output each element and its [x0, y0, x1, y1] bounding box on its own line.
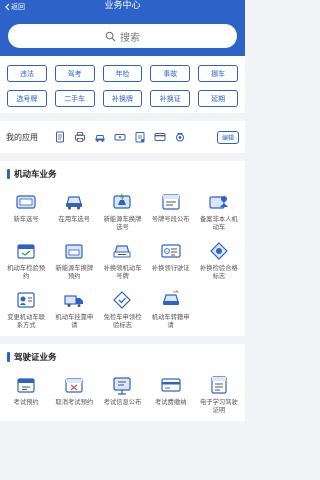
- driver-grid: 考试预约 取消考试预约 考试信息公布 考试费缴纳 电子学习驾驶证明: [0, 370, 245, 421]
- service-inspection-appointment[interactable]: 机动车检验预约: [2, 240, 50, 281]
- tag-violation[interactable]: 违法: [7, 65, 47, 82]
- driver-section-title: 驾驶证业务: [14, 353, 57, 363]
- search-input[interactable]: 搜索: [8, 24, 237, 48]
- tag-extension[interactable]: 延期: [198, 90, 238, 107]
- inspect-calendar-icon: [14, 240, 38, 262]
- service-exempt-badge[interactable]: 免检车申领检验标志: [98, 289, 146, 330]
- service-ev-appointment[interactable]: 新能源车换牌预约: [50, 240, 98, 281]
- vehicle-section: 机动车业务 新车选号 在用车选号 新能源车换牌选号 号牌号段公布 备案非本人机动…: [0, 161, 245, 336]
- camera-icon[interactable]: [174, 131, 186, 143]
- cancel-calendar-icon: [62, 374, 86, 396]
- tag-annual-inspection[interactable]: 年检: [102, 65, 143, 82]
- vehicle-section-header: 机动车业务: [0, 161, 245, 187]
- payment-card-icon: [159, 374, 183, 396]
- service-e-learning-license[interactable]: 电子学习驾驶证明: [195, 374, 243, 415]
- car-icon[interactable]: [94, 131, 106, 143]
- my-apps-icons: [54, 131, 211, 143]
- car-plate-icon[interactable]: [114, 131, 126, 143]
- quick-tags: 违法 驾考 年检 事故 挪车 选号牌 二手车 补换牌 补换证 延期: [0, 56, 245, 113]
- service-replace-license[interactable]: 补换领行驶证: [147, 240, 195, 281]
- license-card-icon: [159, 240, 183, 262]
- plate-renew-icon: [110, 240, 134, 262]
- service-transfer[interactable]: 机动车转籍申请: [147, 289, 195, 330]
- badge-icon: [207, 240, 231, 262]
- service-plate-range[interactable]: 号牌号段公布: [147, 191, 195, 232]
- contact-edit-icon: [14, 289, 38, 311]
- ev-car-icon: [110, 191, 134, 213]
- tag-select-plate[interactable]: 选号牌: [7, 90, 47, 107]
- tag-move-car[interactable]: 挪车: [198, 65, 238, 82]
- driver-section: 驾驶证业务 考试预约 取消考试预约 考试信息公布 考试费缴纳 电子学习驾驶证明: [0, 344, 245, 421]
- car-plate-icon: [14, 191, 38, 213]
- service-replace-inspection-badge[interactable]: 补换检验合格标志: [195, 240, 243, 281]
- info-board-icon: [110, 374, 134, 396]
- tag-accident[interactable]: 事故: [150, 65, 191, 82]
- service-change-contact[interactable]: 变更机动车联系方式: [2, 289, 50, 330]
- e-document-icon: [207, 374, 231, 396]
- tag-driving-test[interactable]: 驾考: [54, 65, 95, 82]
- page-title: 业务中心: [104, 1, 141, 11]
- vehicle-grid: 新车选号 在用车选号 新能源车换牌选号 号牌号段公布 备案非本人机动车 机动车检…: [0, 187, 245, 336]
- my-apps-bar: 我的应用 编辑: [0, 121, 245, 153]
- nav-bar: 返回 业务中心: [0, 0, 245, 14]
- my-apps-label: 我的应用: [6, 132, 38, 142]
- service-affiliation[interactable]: 机动车挂靠申请: [50, 289, 98, 330]
- exempt-badge-icon: [110, 289, 134, 311]
- service-exam-appointment[interactable]: 考试预约: [2, 374, 50, 415]
- service-used-car-plate[interactable]: 在用车选号: [50, 191, 98, 232]
- ev-calendar-icon: [62, 240, 86, 262]
- driver-section-header: 驾驶证业务: [0, 344, 245, 370]
- edit-button[interactable]: 编辑: [216, 130, 239, 144]
- document-icon[interactable]: [54, 131, 66, 143]
- service-new-car-plate[interactable]: 新车选号: [2, 191, 50, 232]
- tag-replace-plate[interactable]: 补换牌: [102, 90, 143, 107]
- section-accent-bar: [7, 169, 10, 179]
- service-replace-plate[interactable]: 补换领机动车号牌: [98, 240, 146, 281]
- printer-icon[interactable]: [74, 131, 86, 143]
- transfer-icon: [159, 289, 183, 311]
- car-front-icon: [62, 191, 86, 213]
- tag-used-car[interactable]: 二手车: [54, 90, 95, 107]
- person-car-icon: [207, 191, 231, 213]
- search-area: 搜索: [0, 14, 245, 56]
- truck-icon: [62, 289, 86, 311]
- service-cancel-exam[interactable]: 取消考试预约: [50, 374, 98, 415]
- search-icon: [105, 31, 116, 42]
- plate-list-icon: [159, 191, 183, 213]
- service-exam-info[interactable]: 考试信息公布: [98, 374, 146, 415]
- section-accent-bar: [7, 352, 10, 362]
- vehicle-section-title: 机动车业务: [14, 170, 57, 180]
- tag-replace-license[interactable]: 补换证: [150, 90, 191, 107]
- service-exam-fee[interactable]: 考试费缴纳: [147, 374, 195, 415]
- search-placeholder: 搜索: [120, 32, 140, 44]
- service-register-non-owner[interactable]: 备案非本人机动车: [195, 191, 243, 232]
- exam-calendar-icon: [14, 374, 38, 396]
- clipboard-icon[interactable]: [134, 131, 146, 143]
- card-icon[interactable]: [154, 131, 166, 143]
- service-ev-plate[interactable]: 新能源车换牌选号: [98, 191, 146, 232]
